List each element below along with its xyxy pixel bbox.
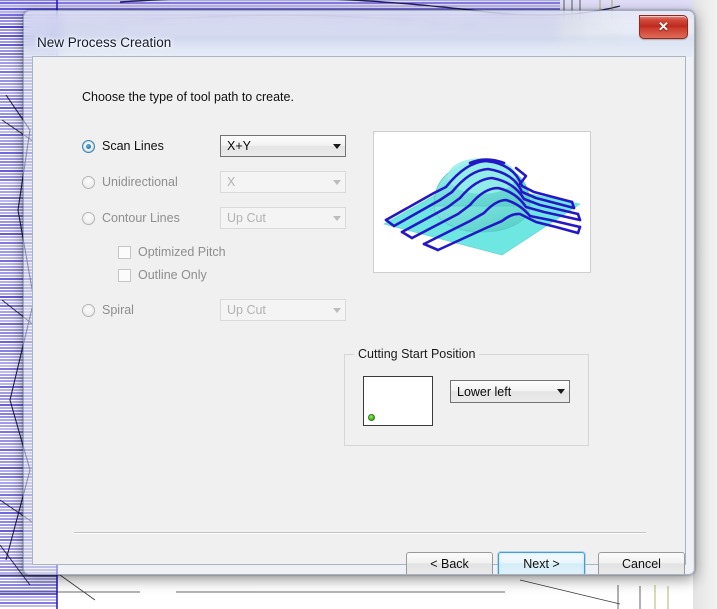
combo-value-unidirectional: X <box>227 175 236 189</box>
back-button[interactable]: < Back <box>406 552 493 574</box>
start-position-dot-icon <box>368 414 375 421</box>
chevron-down-icon <box>328 144 345 149</box>
close-icon: ✕ <box>658 19 669 34</box>
checkbox-label-optimized-pitch: Optimized Pitch <box>138 245 226 259</box>
combo-value-spiral: Up Cut <box>227 303 266 317</box>
cancel-button[interactable]: Cancel <box>598 552 685 574</box>
close-button[interactable]: ✕ <box>639 15 688 39</box>
chevron-down-icon <box>328 308 345 313</box>
footer-divider <box>74 532 646 534</box>
radio-label-contour-lines: Contour Lines <box>102 211 180 225</box>
radio-label-scan-lines: Scan Lines <box>102 139 164 153</box>
combo-value-start-position: Lower left <box>457 384 512 399</box>
radio-indicator-unidirectional <box>82 175 95 189</box>
checkbox-label-outline-only: Outline Only <box>138 268 207 282</box>
combo-unidirectional-direction: X <box>220 171 346 193</box>
radio-spiral[interactable]: Spiral <box>82 303 134 317</box>
next-button[interactable]: Next > <box>498 552 585 574</box>
checkbox-indicator-optimized-pitch <box>118 245 131 259</box>
radio-indicator-scan-lines <box>82 139 95 153</box>
radio-indicator-contour-lines <box>82 211 95 225</box>
toolpath-3d-illustration <box>383 158 582 256</box>
dialog-client-area: Choose the type of tool path to create. … <box>32 56 686 574</box>
background-right-panel <box>693 0 717 609</box>
page-title: Choose the type of tool path to create. <box>82 90 294 104</box>
title-bar[interactable]: New Process Creation ✕ <box>24 11 694 57</box>
combo-contour-lines-cut: Up Cut <box>220 207 346 229</box>
checkbox-indicator-outline-only <box>118 268 131 282</box>
combo-value-contour-lines: Up Cut <box>227 211 266 225</box>
toolpath-preview-image <box>373 131 591 273</box>
checkbox-outline-only[interactable]: Outline Only <box>118 268 207 282</box>
chevron-down-icon <box>328 180 345 185</box>
radio-unidirectional[interactable]: Unidirectional <box>82 175 178 189</box>
group-title-cutting-start-position: Cutting Start Position <box>354 347 480 361</box>
chevron-down-icon <box>328 216 345 221</box>
new-process-creation-dialog: New Process Creation ✕ Choose the type o… <box>23 10 695 575</box>
radio-scan-lines[interactable]: Scan Lines <box>82 139 164 153</box>
checkbox-optimized-pitch[interactable]: Optimized Pitch <box>118 245 226 259</box>
combo-value-scan-lines: X+Y <box>227 139 251 153</box>
radio-label-unidirectional: Unidirectional <box>102 175 178 189</box>
combo-scan-lines-direction[interactable]: X+Y <box>220 135 346 157</box>
start-position-preview <box>363 376 433 426</box>
radio-label-spiral: Spiral <box>102 303 134 317</box>
window-title: New Process Creation <box>37 35 172 50</box>
combo-start-position[interactable]: Lower left <box>450 380 570 403</box>
combo-spiral-cut: Up Cut <box>220 299 346 321</box>
radio-indicator-spiral <box>82 303 95 317</box>
radio-contour-lines[interactable]: Contour Lines <box>82 211 180 225</box>
chevron-down-icon <box>552 389 569 394</box>
